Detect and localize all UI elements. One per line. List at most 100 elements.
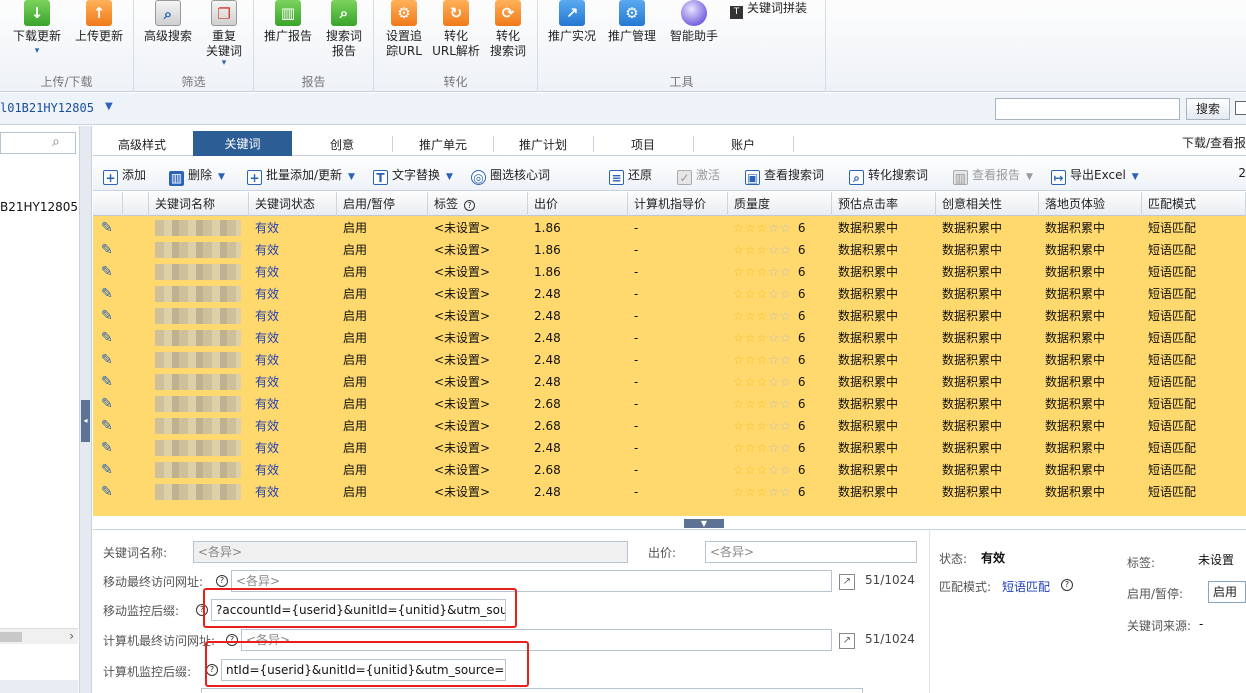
header-creative-relevance[interactable]: 创意相关性 (936, 192, 1039, 216)
options-checkbox[interactable] (1235, 101, 1246, 115)
search-icon[interactable]: ⌕ (52, 134, 60, 150)
tab-ad-group[interactable]: 推广单元 (393, 132, 493, 156)
upload-update-button[interactable]: ↑ 上传更新 (70, 0, 128, 44)
tab-keyword[interactable]: 关键词 (193, 131, 292, 156)
scrollbar-thumb[interactable] (0, 632, 22, 642)
smart-assistant-button[interactable]: 智能助手 (666, 0, 722, 44)
chevron-down-icon[interactable]: ▼ (446, 172, 453, 182)
search-button[interactable]: 搜索 (1186, 98, 1230, 120)
chevron-down-icon[interactable]: ▼ (1132, 172, 1139, 182)
table-row[interactable]: ✎ 有效 启用 <未设置> 2.48- 数据积累中 数据积累中 数据积累中 短语匹配 ☆☆☆☆☆ 6 (93, 349, 1246, 371)
pencil-edit-icon[interactable]: ✎ (93, 371, 123, 393)
account-selector[interactable]: l01B21HY12805 (0, 101, 94, 115)
table-row[interactable]: ✎ 有效 启用 <未设置> 1.86- 数据积累中 数据积累中 数据积累中 短语匹配 ☆☆☆☆☆ 6 (93, 261, 1246, 283)
header-keyword-status[interactable]: 关键词状态 (249, 192, 337, 216)
export-excel-button[interactable]: ↦ 导出Excel ▼ (1051, 166, 1139, 185)
convert-url-parse-button[interactable]: ↻ 转化 URL解析 (430, 0, 482, 59)
chevron-down-icon[interactable]: ▼ (1026, 172, 1033, 182)
batch-add-update-button[interactable]: + 批量添加/更新 ▼ (247, 166, 355, 185)
help-icon[interactable]: ? (1061, 579, 1073, 591)
help-icon[interactable]: ? (464, 200, 476, 211)
tree-node-account[interactable]: B21HY12805 (0, 200, 78, 214)
header-tag[interactable]: 标签? (428, 192, 528, 216)
table-row[interactable]: ✎ 有效 启用 <未设置> 2.48- 数据积累中 数据积累中 数据积累中 短语匹配 ☆☆☆☆☆ 6 (93, 283, 1246, 305)
header-pc-guide-price[interactable]: 计算机指导价 (628, 192, 728, 216)
advanced-search-button[interactable]: ⌕ 高级搜索 (140, 0, 196, 44)
pencil-edit-icon[interactable]: ✎ (93, 415, 123, 437)
header-bid[interactable]: 出价 (528, 192, 628, 216)
cell-enabled: 启用 (343, 485, 368, 499)
promotion-report-button[interactable]: ▥ 推广报告 (260, 0, 316, 44)
view-report-button[interactable]: ▥ 查看报告 ▼ (953, 166, 1033, 185)
help-icon[interactable]: ? (216, 575, 228, 587)
tab-project[interactable]: 项目 (593, 132, 693, 156)
pencil-edit-icon[interactable]: ✎ (93, 459, 123, 481)
convert-search-terms-button[interactable]: ⌕ 转化搜索词 (849, 166, 928, 185)
promotion-manage-button[interactable]: ⚙ 推广管理 (604, 0, 660, 44)
pencil-edit-icon[interactable]: ✎ (93, 305, 123, 327)
tree-horizontal-scrollbar[interactable]: › (0, 628, 78, 644)
promotion-live-button[interactable]: ↗ 推广实况 (544, 0, 600, 44)
delete-button[interactable]: ▥ 删除 ▼ (169, 166, 225, 186)
table-row[interactable]: ✎ 有效 启用 <未设置> 1.86- 数据积累中 数据积累中 数据积累中 短语匹配 ☆☆☆☆☆ 6 (93, 217, 1246, 239)
table-row[interactable]: ✎ 有效 启用 <未设置> 2.48- 数据积累中 数据积累中 数据积累中 短语匹配 ☆☆☆☆☆ 6 (93, 327, 1246, 349)
panel-splitter[interactable]: ◂ (80, 126, 92, 693)
table-row[interactable]: ✎ 有效 启用 <未设置> 2.48- 数据积累中 数据积累中 数据积累中 短语匹配 ☆☆☆☆☆ 6 (93, 481, 1246, 503)
table-row[interactable]: ✎ 有效 启用 <未设置> 2.68- 数据积累中 数据积累中 数据积累中 短语匹配 ☆☆☆☆☆ 6 (93, 459, 1246, 481)
chevron-down-icon[interactable]: ▼ (348, 172, 355, 182)
external-link-icon[interactable]: ↗ (839, 574, 855, 590)
chevron-down-icon[interactable]: ▼ (218, 172, 225, 182)
restore-button[interactable]: ≡ 还原 (609, 166, 652, 185)
chevron-down-icon[interactable]: ▼ (105, 101, 113, 112)
global-search-input[interactable] (995, 98, 1180, 120)
header-quality[interactable]: 质量度 (728, 192, 832, 216)
chevron-right-icon[interactable]: › (69, 629, 74, 643)
download-update-button[interactable]: ↓ 下载更新 ▾ (8, 0, 66, 59)
match-mode-link[interactable]: 短语匹配 (1002, 578, 1050, 595)
table-row[interactable]: ✎ 有效 启用 <未设置> 1.86- 数据积累中 数据积累中 数据积累中 短语匹配 ☆☆☆☆☆ 6 (93, 239, 1246, 261)
pencil-edit-icon[interactable]: ✎ (93, 437, 123, 459)
header-est-ctr[interactable]: 预估点击率 (832, 192, 936, 216)
tab-campaign[interactable]: 推广计划 (493, 132, 593, 156)
tree-search-input[interactable] (0, 132, 76, 154)
header-select-col[interactable] (123, 192, 149, 216)
pencil-edit-icon[interactable]: ✎ (93, 393, 123, 415)
table-row[interactable]: ✎ 有效 启用 <未设置> 2.68- 数据积累中 数据积累中 数据积累中 短语匹配 ☆☆☆☆☆ 6 (93, 393, 1246, 415)
activate-button[interactable]: ✓ 激活 (677, 166, 720, 185)
pencil-edit-icon[interactable]: ✎ (93, 349, 123, 371)
header-match-mode[interactable]: 匹配模式 (1142, 192, 1246, 216)
table-row[interactable]: ✎ 有效 启用 <未设置> 2.48- 数据积累中 数据积累中 数据积累中 短语匹配 ☆☆☆☆☆ 6 (93, 371, 1246, 393)
pencil-edit-icon[interactable]: ✎ (93, 217, 123, 239)
pencil-edit-icon[interactable]: ✎ (93, 327, 123, 349)
next-field-partial[interactable] (201, 688, 863, 693)
table-row[interactable]: ✎ 有效 启用 <未设置> 2.48- 数据积累中 数据积累中 数据积累中 短语匹配 ☆☆☆☆☆ 6 (93, 305, 1246, 327)
tab-creative[interactable]: 创意 (292, 132, 392, 156)
convert-search-term-button[interactable]: ⟳ 转化 搜索词 (482, 0, 534, 59)
external-link-icon[interactable]: ↗ (839, 633, 855, 649)
pencil-edit-icon[interactable]: ✎ (93, 239, 123, 261)
header-landing-experience[interactable]: 落地页体验 (1039, 192, 1142, 216)
bid-field[interactable]: <各异> (705, 541, 917, 563)
pencil-edit-icon[interactable]: ✎ (93, 283, 123, 305)
text-replace-button[interactable]: T 文字替换 ▼ (373, 166, 453, 185)
tab-advanced-style[interactable]: 高级样式 (93, 132, 191, 156)
keyword-assembly-button[interactable]: T 关键词拼装 (730, 0, 807, 19)
table-row[interactable]: ✎ 有效 启用 <未设置> 2.68- 数据积累中 数据积累中 数据积累中 短语匹配 ☆☆☆☆☆ 6 (93, 415, 1246, 437)
tab-account[interactable]: 账户 (693, 132, 793, 156)
view-search-terms-button[interactable]: ▣ 查看搜索词 (745, 166, 824, 185)
duplicate-keyword-button[interactable]: ❐ 重复 关键词 ▾ (198, 0, 250, 68)
add-button[interactable]: + 添加 (103, 166, 146, 185)
table-row[interactable]: ✎ 有效 启用 <未设置> 2.48- 数据积累中 数据积累中 数据积累中 短语匹配 ☆☆☆☆☆ 6 (93, 437, 1246, 459)
pencil-edit-icon[interactable]: ✎ (93, 261, 123, 283)
select-core-words-button[interactable]: ◎ 圈选核心词 (471, 166, 550, 185)
header-enabled[interactable]: 启用/暂停 (337, 192, 428, 216)
download-view-report-link[interactable]: 下载/查看报 (1182, 134, 1246, 151)
pencil-edit-icon[interactable]: ✎ (93, 481, 123, 503)
collapse-left-icon[interactable]: ◂ (81, 400, 90, 442)
enable-select[interactable]: 启用 (1208, 581, 1246, 603)
keyword-name-field[interactable]: <各异> (193, 541, 628, 563)
collapse-detail-icon[interactable]: ▼ (684, 519, 724, 528)
set-tracking-url-button[interactable]: ⚙ 设置追 踪URL (378, 0, 430, 59)
header-keyword-name[interactable]: 关键词名称 (149, 192, 249, 216)
search-term-report-button[interactable]: ⌕ 搜索词 报告 (318, 0, 370, 59)
